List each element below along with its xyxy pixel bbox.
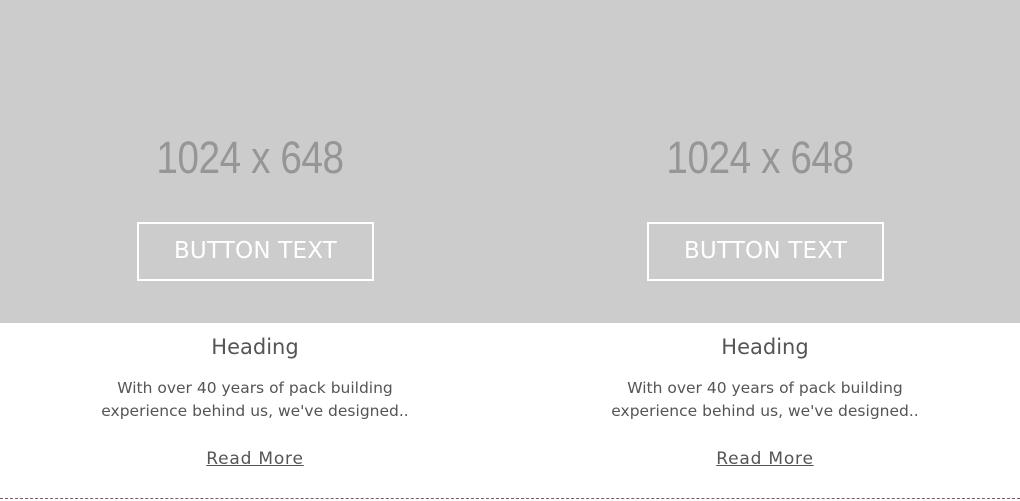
- card-2: 1024 x 648 BUTTON TEXT Heading With over…: [510, 0, 1020, 498]
- read-more-link[interactable]: Read More: [510, 449, 1020, 469]
- section-divider: [0, 498, 1020, 499]
- card-description-line-1: With over 40 years of pack building: [117, 379, 393, 397]
- card-description: With over 40 years of pack building expe…: [600, 377, 930, 423]
- card-description-line-2: experience behind us, we've designed..: [611, 402, 919, 420]
- card-1: 1024 x 648 BUTTON TEXT Heading With over…: [0, 0, 510, 498]
- image-placeholder-label: 1024 x 648: [666, 132, 854, 183]
- card-cta-button[interactable]: BUTTON TEXT: [137, 222, 374, 281]
- page: 1024 x 648 BUTTON TEXT Heading With over…: [0, 0, 1020, 501]
- card-image: 1024 x 648 BUTTON TEXT: [510, 0, 1020, 323]
- card-body: Heading With over 40 years of pack build…: [0, 323, 510, 498]
- card-grid: 1024 x 648 BUTTON TEXT Heading With over…: [0, 0, 1020, 498]
- card-heading: Heading: [721, 335, 809, 359]
- image-placeholder-label: 1024 x 648: [156, 132, 344, 183]
- card-description-line-2: experience behind us, we've designed..: [101, 402, 409, 420]
- card-description: With over 40 years of pack building expe…: [90, 377, 420, 423]
- card-image: 1024 x 648 BUTTON TEXT: [0, 0, 510, 323]
- card-cta-button[interactable]: BUTTON TEXT: [647, 222, 884, 281]
- card-body: Heading With over 40 years of pack build…: [510, 323, 1020, 498]
- card-heading: Heading: [211, 335, 299, 359]
- read-more-link[interactable]: Read More: [0, 449, 510, 469]
- card-description-line-1: With over 40 years of pack building: [627, 379, 903, 397]
